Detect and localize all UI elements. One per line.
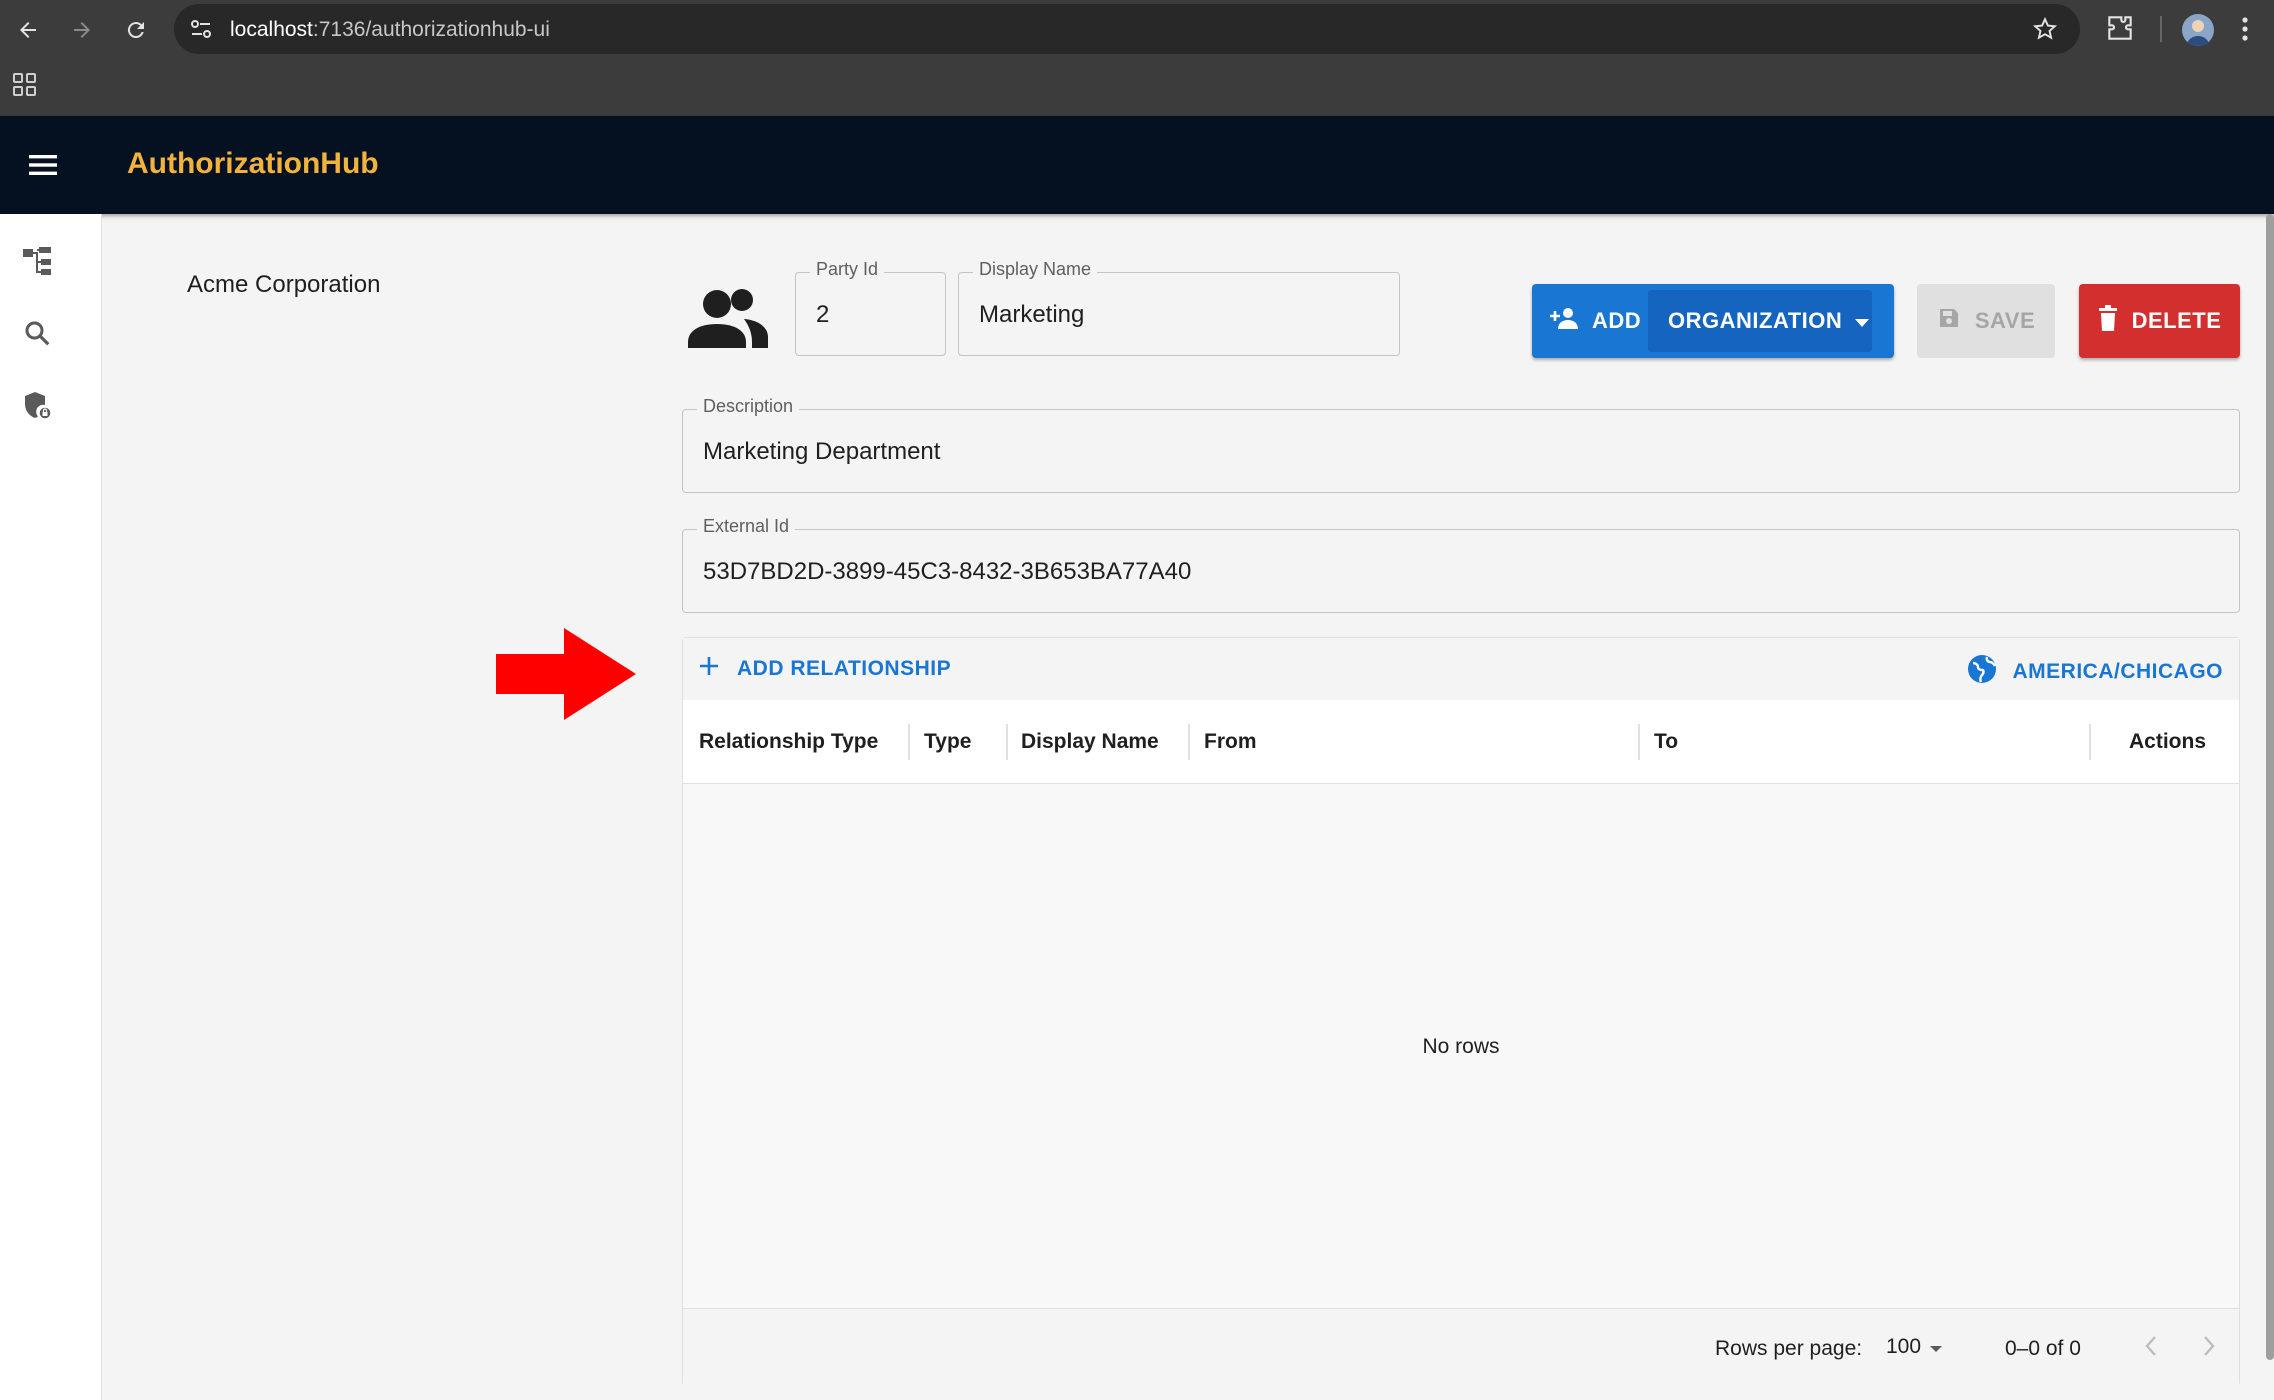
security-shield-icon[interactable] bbox=[20, 388, 54, 422]
group-people-icon bbox=[684, 286, 770, 355]
person-add-icon bbox=[1550, 306, 1580, 336]
grid-toolbar: ADD RELATIONSHIP AMERICA/CHICAGO bbox=[683, 638, 2239, 700]
organization-type-dropdown[interactable]: ORGANIZATION bbox=[1648, 290, 1872, 352]
add-button[interactable]: ADD bbox=[1550, 284, 1641, 358]
back-icon[interactable] bbox=[10, 12, 46, 48]
previous-page-icon[interactable] bbox=[2139, 1331, 2163, 1366]
add-organization-button-group: ADD ORGANIZATION bbox=[1532, 284, 1894, 358]
save-button[interactable]: SAVE bbox=[1917, 284, 2055, 358]
url-text: localhost:7136/authorizationhub-ui bbox=[230, 18, 550, 41]
app-title: AuthorizationHub bbox=[127, 147, 379, 180]
column-separator[interactable] bbox=[2089, 724, 2091, 760]
column-separator[interactable] bbox=[908, 724, 910, 760]
tree-item-organization[interactable]: Acme Corporation bbox=[187, 271, 380, 299]
external-id-field[interactable]: External Id 53D7BD2D-3899-45C3-8432-3B65… bbox=[682, 516, 2240, 613]
address-bar[interactable]: localhost:7136/authorizationhub-ui bbox=[174, 4, 2080, 54]
timezone-button[interactable]: AMERICA/CHICAGO bbox=[1967, 654, 2224, 690]
display-name-label: Display Name bbox=[973, 259, 1098, 280]
party-id-value: 2 bbox=[816, 301, 830, 328]
display-name-field[interactable]: Display Name Marketing bbox=[958, 259, 1400, 356]
pagination-range: 0–0 of 0 bbox=[2005, 1337, 2081, 1360]
site-info-icon[interactable] bbox=[188, 16, 214, 47]
column-separator[interactable] bbox=[1006, 724, 1008, 760]
bookmark-star-icon[interactable] bbox=[2032, 16, 2058, 47]
party-id-field[interactable]: Party Id 2 bbox=[795, 259, 946, 356]
page-scrollbar[interactable] bbox=[2266, 214, 2274, 1360]
app-bar: AuthorizationHub bbox=[0, 116, 2274, 214]
column-separator[interactable] bbox=[1188, 724, 1190, 760]
trash-icon bbox=[2098, 305, 2118, 337]
caret-down-icon bbox=[1929, 1335, 1943, 1359]
next-page-icon[interactable] bbox=[2197, 1331, 2221, 1366]
column-header-from[interactable]: From bbox=[1204, 700, 1257, 784]
apps-grid-icon[interactable] bbox=[12, 72, 38, 103]
extensions-icon[interactable] bbox=[2104, 12, 2136, 49]
toolbar-divider bbox=[2160, 16, 2162, 42]
party-id-label: Party Id bbox=[810, 259, 885, 280]
globe-icon bbox=[1967, 654, 1997, 690]
empty-state-text: No rows bbox=[1422, 1035, 1500, 1058]
annotation-arrow-icon bbox=[496, 628, 636, 725]
description-value: Marketing Department bbox=[703, 438, 941, 465]
column-separator[interactable] bbox=[1638, 724, 1640, 760]
search-icon[interactable] bbox=[20, 316, 54, 350]
grid-header-row: Relationship Type Type Display Name From… bbox=[683, 700, 2239, 784]
plus-icon bbox=[699, 656, 719, 682]
profile-avatar[interactable] bbox=[2182, 14, 2214, 46]
rows-per-page-select[interactable]: 100 bbox=[1886, 1335, 1943, 1359]
description-field[interactable]: Description Marketing Department bbox=[682, 396, 2240, 493]
column-header-relationship-type[interactable]: Relationship Type bbox=[699, 700, 878, 784]
relationships-grid: ADD RELATIONSHIP AMERICA/CHICAGO Relatio… bbox=[682, 637, 2240, 1386]
column-header-to[interactable]: To bbox=[1654, 700, 1678, 784]
column-header-type[interactable]: Type bbox=[924, 700, 971, 784]
external-id-label: External Id bbox=[697, 516, 796, 537]
browser-menu-icon[interactable] bbox=[2240, 14, 2250, 49]
display-name-value: Marketing bbox=[979, 301, 1085, 328]
delete-button[interactable]: DELETE bbox=[2079, 284, 2240, 358]
browser-chrome: localhost:7136/authorizationhub-ui bbox=[0, 0, 2274, 116]
column-header-display-name[interactable]: Display Name bbox=[1021, 700, 1159, 784]
forward-icon[interactable] bbox=[64, 12, 100, 48]
caret-down-icon bbox=[1854, 308, 1870, 334]
rows-per-page-label: Rows per page: bbox=[1715, 1337, 1863, 1360]
grid-pagination-footer: Rows per page: 100 0–0 of 0 bbox=[683, 1308, 2239, 1386]
add-relationship-button[interactable]: ADD RELATIONSHIP bbox=[699, 656, 951, 682]
save-disk-icon bbox=[1937, 306, 1961, 336]
left-nav-rail bbox=[0, 214, 102, 1400]
column-header-actions: Actions bbox=[2129, 730, 2207, 753]
hamburger-menu-icon[interactable] bbox=[28, 150, 58, 185]
hierarchy-tree-icon[interactable] bbox=[20, 244, 54, 278]
reload-icon[interactable] bbox=[118, 12, 154, 48]
description-label: Description bbox=[697, 396, 800, 417]
external-id-value: 53D7BD2D-3899-45C3-8432-3B653BA77A40 bbox=[703, 558, 1192, 585]
